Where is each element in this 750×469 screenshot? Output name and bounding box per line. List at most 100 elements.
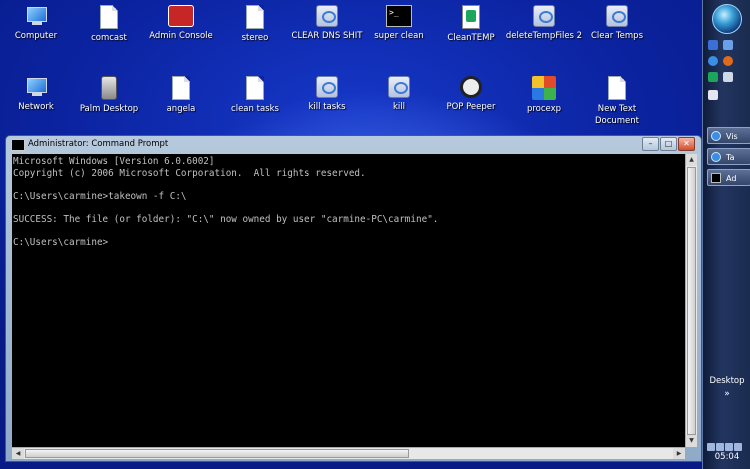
desktop-icon[interactable]: clean tasks: [216, 76, 294, 115]
title-bar[interactable]: Administrator: Command Prompt – □ ✕: [6, 136, 701, 153]
desktop-icon[interactable]: POP Peeper: [432, 76, 510, 113]
tray-icon[interactable]: [707, 443, 715, 451]
palm-desktop-icon: [101, 76, 117, 100]
vertical-scrollbar[interactable]: ▲ ▼: [685, 154, 697, 447]
window-title: Administrator: Command Prompt: [28, 139, 169, 149]
desktop-icon[interactable]: Computer: [0, 5, 75, 42]
taskbar-button-label: Ad: [726, 174, 737, 183]
desktop-icon[interactable]: New Text Document: [578, 76, 656, 127]
desktop-icon[interactable]: Palm Desktop: [70, 76, 148, 115]
desktop-icon[interactable]: super clean: [360, 5, 438, 42]
console-line: C:\Users\carmine>: [13, 236, 109, 248]
desktop-icon-label: stereo: [241, 33, 269, 43]
batch-file-icon: [316, 5, 338, 27]
desktop-icon-label: procexp: [526, 104, 562, 114]
desktop-toolbar-label[interactable]: Desktop: [703, 376, 750, 386]
desktop-icon[interactable]: procexp: [505, 76, 583, 115]
desktop-icon[interactable]: Network: [0, 76, 75, 113]
scroll-left-icon[interactable]: ◀: [12, 448, 24, 459]
desktop-icon-label: Clear Temps: [590, 31, 643, 41]
command-prompt-icon: [711, 173, 721, 183]
desktop-icon[interactable]: angela: [142, 76, 220, 115]
tray-icon[interactable]: [716, 443, 724, 451]
command-prompt-window: Administrator: Command Prompt – □ ✕ Micr…: [5, 135, 702, 462]
internet-explorer-icon: [711, 131, 721, 141]
cleantemp-icon: [462, 5, 480, 29]
command-prompt-icon: [11, 139, 25, 151]
desktop-icon-label: POP Peeper: [446, 102, 496, 112]
close-button[interactable]: ✕: [678, 137, 695, 151]
internet-explorer-icon: [711, 152, 721, 162]
switch-windows-icon[interactable]: [723, 40, 733, 50]
desktop-icon[interactable]: Admin Console: [142, 5, 220, 42]
tray-icon[interactable]: [734, 443, 742, 451]
desktop-icon-label: clean tasks: [231, 104, 279, 114]
desktop-icon[interactable]: kill: [360, 76, 438, 113]
console-line: C:\Users\carmine>takeown -f C:\: [13, 190, 187, 202]
desktop-icon[interactable]: stereo: [216, 5, 294, 44]
document-icon: [246, 5, 264, 29]
taskbar-button[interactable]: Vis: [707, 127, 750, 144]
show-desktop-icon[interactable]: [708, 40, 718, 50]
tray-icon[interactable]: [725, 443, 733, 451]
computer-icon: [25, 5, 47, 27]
desktop-icon[interactable]: Clear Temps: [578, 5, 656, 42]
console-line: Copyright (c) 2006 Microsoft Corporation…: [13, 167, 366, 179]
desktop-icon-label: Admin Console: [149, 31, 213, 41]
pop-peeper-icon: [460, 76, 482, 98]
desktop-icon[interactable]: deleteTempFiles 2: [505, 5, 583, 42]
desktop-icon-label: kill: [392, 102, 405, 112]
command-prompt-icon: [386, 5, 412, 27]
system-tray: [707, 436, 747, 451]
quick-launch-icon[interactable]: [708, 72, 718, 82]
batch-file-icon: [533, 5, 555, 27]
taskbar-button[interactable]: Ad: [707, 169, 750, 186]
desktop-icon-label: Network: [18, 102, 54, 112]
internet-explorer-icon[interactable]: [708, 56, 718, 66]
start-orb-icon[interactable]: [712, 4, 742, 34]
desktop-icon-label: comcast: [91, 33, 127, 43]
desktop-icon-label: super clean: [374, 31, 424, 41]
chevron-icon[interactable]: »: [703, 389, 750, 399]
document-icon[interactable]: [723, 72, 733, 82]
taskbar-button[interactable]: Ta: [707, 148, 750, 165]
admin-console-icon: [168, 5, 194, 27]
scroll-right-icon[interactable]: ▶: [673, 448, 685, 459]
document-icon: [172, 76, 190, 100]
minimize-button[interactable]: –: [642, 137, 659, 151]
desktop-icon[interactable]: CleanTEMP: [432, 5, 510, 44]
desktop-icon-label: deleteTempFiles 2: [505, 31, 583, 41]
firefox-icon[interactable]: [723, 56, 733, 66]
desktop-icon-label: angela: [166, 104, 196, 114]
scroll-up-icon[interactable]: ▲: [686, 154, 697, 166]
vertical-scroll-thumb[interactable]: [687, 167, 696, 435]
desktop-icon-label: kill tasks: [308, 102, 346, 112]
horizontal-scrollbar[interactable]: ◀ ▶: [12, 447, 685, 459]
horizontal-scroll-thumb[interactable]: [25, 449, 409, 458]
mail-icon[interactable]: [708, 90, 718, 100]
desktop-icon-label: Computer: [14, 31, 58, 41]
scroll-down-icon[interactable]: ▼: [686, 435, 697, 447]
maximize-button[interactable]: □: [660, 137, 677, 151]
desktop-icon-label: Palm Desktop: [79, 104, 139, 114]
desktop-icon[interactable]: CLEAR DNS SHIT: [288, 5, 366, 42]
taskbar-button-label: Vis: [726, 132, 738, 141]
desktop-icon-label: New Text Document: [594, 104, 640, 126]
console-line: SUCCESS: The file (or folder): "C:\" now…: [13, 213, 439, 225]
console-output[interactable]: Microsoft Windows [Version 6.0.6002] Copy…: [12, 154, 685, 447]
taskbar-button-label: Ta: [726, 153, 735, 162]
document-icon: [100, 5, 118, 29]
document-icon: [246, 76, 264, 100]
batch-file-icon: [606, 5, 628, 27]
desktop-icon[interactable]: kill tasks: [288, 76, 366, 113]
desktop-icon[interactable]: comcast: [70, 5, 148, 44]
network-icon: [25, 76, 47, 98]
procexp-icon: [532, 76, 556, 100]
clock[interactable]: 05:04: [703, 452, 750, 462]
document-icon: [608, 76, 626, 100]
taskbar-sidebar: Vis Ta Ad Desktop » 05:04: [702, 0, 750, 469]
batch-file-icon: [388, 76, 410, 98]
